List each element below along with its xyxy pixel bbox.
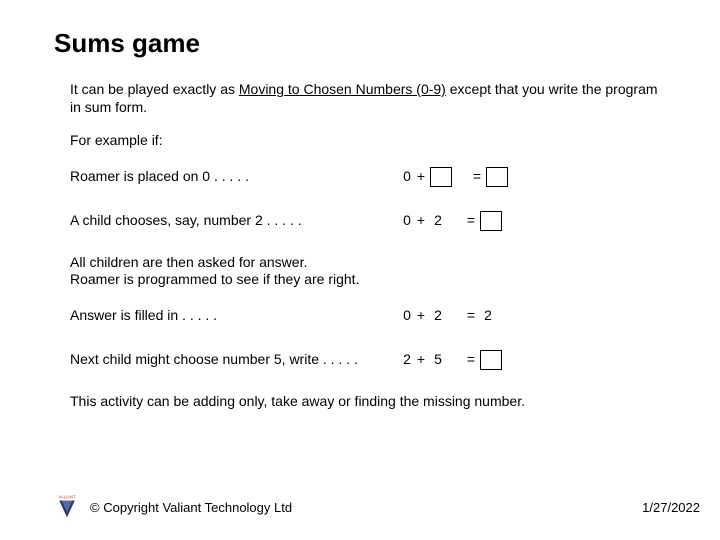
intro-paragraph: It can be played exactly as Moving to Ch… xyxy=(70,81,666,116)
expression: 0 + 2 = xyxy=(400,211,504,231)
example-row: Roamer is placed on 0 . . . . . 0 + = xyxy=(70,166,666,188)
equals: = xyxy=(464,351,478,369)
row-text: Answer is filled in . . . . . xyxy=(70,307,400,325)
operator: + xyxy=(414,212,428,230)
expression: 0 + 2 = 2 xyxy=(400,307,498,325)
example-row: A child chooses, say, number 2 . . . . .… xyxy=(70,210,666,232)
operand-b: 2 xyxy=(428,307,448,325)
mid-paragraph-line2: Roamer is programmed to see if they are … xyxy=(70,271,666,289)
operand-b: 2 xyxy=(428,212,448,230)
equals: = xyxy=(464,212,478,230)
operator: + xyxy=(414,168,428,186)
operand-a: 2 xyxy=(400,351,414,369)
result-box xyxy=(480,350,502,370)
example-row: Answer is filled in . . . . . 0 + 2 = 2 xyxy=(70,305,666,327)
example-row: Next child might choose number 5, write … xyxy=(70,349,666,371)
operator: + xyxy=(414,307,428,325)
result-box xyxy=(486,167,508,187)
operand-a: 0 xyxy=(400,168,414,186)
copyright-symbol: © xyxy=(90,500,100,515)
page-title: Sums game xyxy=(54,28,666,59)
row-text: A child chooses, say, number 2 . . . . . xyxy=(70,212,400,230)
operand-a: 0 xyxy=(400,307,414,325)
intro-prefix: It can be played exactly as xyxy=(70,81,239,97)
expression: 2 + 5 = xyxy=(400,350,504,370)
mid-paragraph-line1: All children are then asked for answer. xyxy=(70,254,666,272)
result-value: 2 xyxy=(478,307,498,325)
row-text: Roamer is placed on 0 . . . . . xyxy=(70,168,400,186)
equals: = xyxy=(464,307,478,325)
intro-link[interactable]: Moving to Chosen Numbers (0-9) xyxy=(239,81,446,97)
input-box xyxy=(430,167,452,187)
copyright-label: Copyright Valiant Technology Ltd xyxy=(103,500,292,515)
footer: VALIANT © Copyright Valiant Technology L… xyxy=(54,494,700,520)
body-content: It can be played exactly as Moving to Ch… xyxy=(54,81,666,410)
closing-paragraph: This activity can be adding only, take a… xyxy=(70,393,666,411)
equals: = xyxy=(470,168,484,186)
footer-left: VALIANT © Copyright Valiant Technology L… xyxy=(54,494,292,520)
operator: + xyxy=(414,351,428,369)
valiant-logo-icon: VALIANT xyxy=(54,494,80,520)
row-text: Next child might choose number 5, write … xyxy=(70,351,400,369)
copyright-text: © Copyright Valiant Technology Ltd xyxy=(90,500,292,515)
footer-date: 1/27/2022 xyxy=(642,500,700,515)
for-example-label: For example if: xyxy=(70,132,666,150)
operand-b: 5 xyxy=(428,351,448,369)
expression: 0 + = xyxy=(400,167,510,187)
svg-text:VALIANT: VALIANT xyxy=(58,495,75,500)
operand-a: 0 xyxy=(400,212,414,230)
result-box xyxy=(480,211,502,231)
